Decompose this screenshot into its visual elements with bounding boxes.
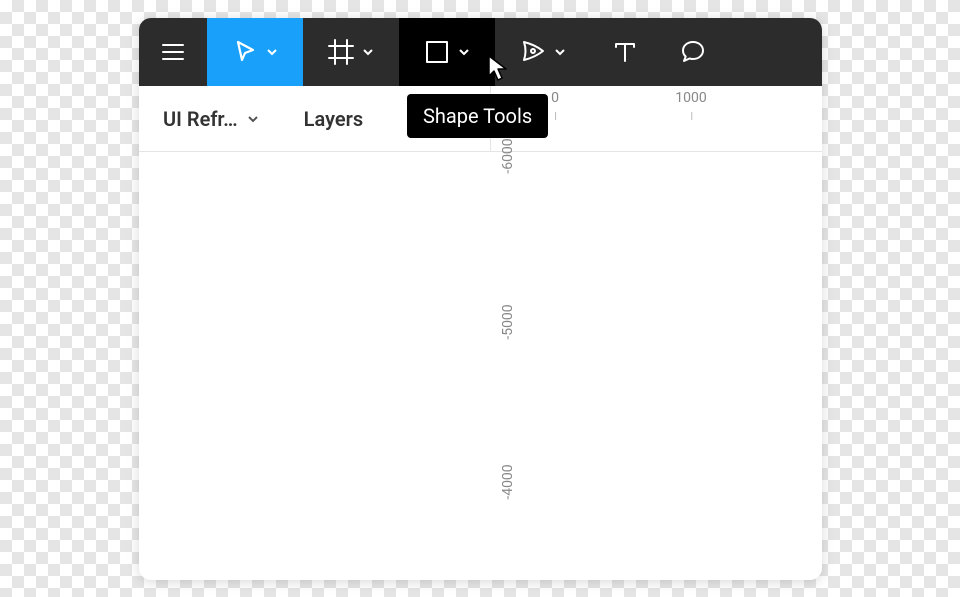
frame-tool-button[interactable]: [303, 18, 399, 86]
ruler-tick: -6000: [500, 138, 516, 173]
chevron-down-icon: [246, 112, 260, 126]
chevron-down-icon[interactable]: [457, 45, 471, 59]
chevron-down-icon[interactable]: [361, 45, 375, 59]
chevron-down-icon[interactable]: [265, 45, 279, 59]
comment-icon: [679, 38, 707, 66]
app-window: UI Refr… Layers 0 1000 -6000 -5000 -4000: [139, 18, 822, 580]
pen-tool-button[interactable]: [495, 18, 591, 86]
pen-icon: [519, 38, 547, 66]
chevron-down-icon[interactable]: [553, 45, 567, 59]
layers-tab[interactable]: Layers: [304, 107, 363, 131]
move-tool-button[interactable]: [207, 18, 303, 86]
comment-tool-button[interactable]: [659, 18, 727, 86]
ruler-tick: -5000: [500, 304, 516, 339]
text-icon: [611, 38, 639, 66]
rectangle-icon: [423, 38, 451, 66]
menu-button[interactable]: [139, 18, 207, 86]
ruler-tick: 0: [551, 90, 559, 106]
ruler-tick: -4000: [500, 464, 516, 499]
hamburger-icon: [159, 38, 187, 66]
document-name: UI Refr…: [163, 107, 238, 131]
toolbar: [139, 18, 822, 86]
shape-tool-tooltip: Shape Tools: [407, 94, 548, 138]
text-tool-button[interactable]: [591, 18, 659, 86]
pointer-icon: [231, 38, 259, 66]
frame-icon: [327, 38, 355, 66]
document-switcher[interactable]: UI Refr…: [163, 107, 260, 131]
ruler-tick: 1000: [675, 90, 706, 106]
shape-tool-button[interactable]: [399, 18, 495, 86]
